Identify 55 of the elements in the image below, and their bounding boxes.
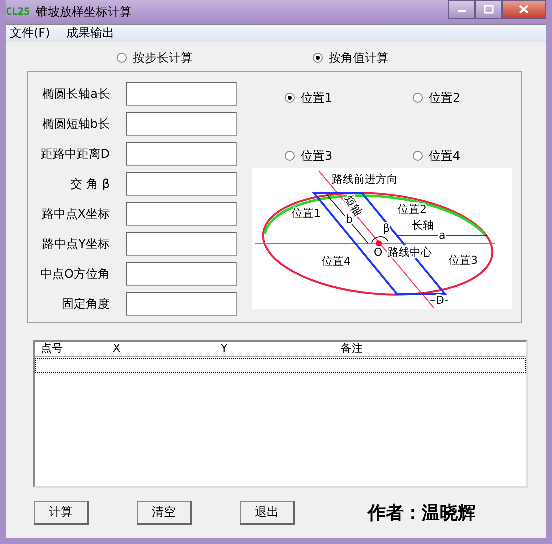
radio-option[interactable]: 位置4 (413, 144, 513, 168)
column-header[interactable]: X (113, 342, 121, 356)
diagram-label: 位置1 (292, 207, 321, 220)
focus-row[interactable] (35, 358, 526, 373)
radio-option[interactable]: 位置1 (285, 86, 413, 110)
action-button[interactable]: 计算 (34, 501, 89, 525)
field-label: 中点O方位角 (40, 266, 111, 282)
window-title: 锥坡放样坐标计算 (36, 4, 132, 20)
column-header[interactable]: 点号 (41, 342, 63, 356)
close-button[interactable] (502, 0, 546, 19)
field-label: 路中点X坐标 (40, 206, 111, 222)
maximize-button[interactable] (475, 0, 502, 19)
radio-option[interactable]: 位置3 (285, 144, 413, 168)
maximize-icon (484, 5, 494, 14)
input-field[interactable] (126, 232, 237, 256)
radio-circle-icon[interactable] (117, 53, 127, 63)
minimize-button[interactable] (448, 0, 475, 19)
field-label: 固定角度 (61, 296, 111, 312)
input-field[interactable] (126, 172, 237, 196)
radio-circle-icon[interactable] (285, 93, 295, 103)
field-label: 椭圆短轴b长 (41, 116, 111, 132)
column-header[interactable]: Y (221, 342, 228, 356)
author-text: 作者：温晓辉 (368, 502, 476, 525)
input-field[interactable] (126, 202, 237, 226)
field-label: 距路中距离D (40, 146, 111, 162)
input-field[interactable] (126, 82, 237, 106)
field-label: 交 角 β (70, 176, 111, 192)
diagram-label: 路线前进方向 (332, 173, 398, 186)
action-button[interactable]: 退出 (240, 501, 295, 525)
close-icon (519, 5, 529, 14)
field-label: 椭圆长轴a长 (42, 86, 111, 102)
menu-item[interactable]: 成果输出 (66, 25, 114, 42)
field-label: 路中点Y坐标 (42, 236, 111, 252)
input-field[interactable] (126, 292, 237, 316)
radio-option[interactable]: 按角值计算 (313, 50, 389, 66)
input-field[interactable] (126, 112, 237, 136)
radio-circle-icon[interactable] (413, 151, 423, 161)
diagram-label: β (383, 222, 390, 235)
diagram-label: 位置3 (449, 254, 478, 267)
diagram-label: 路线中心 (388, 246, 432, 259)
input-field[interactable] (126, 262, 237, 286)
app-logo: CL25 (6, 6, 30, 18)
radio-circle-icon[interactable] (413, 93, 423, 103)
diagram-label: 位置4 (322, 255, 351, 268)
radio-circle-icon[interactable] (285, 151, 295, 161)
input-field[interactable] (126, 142, 237, 166)
diagram-label: 长轴 (412, 219, 434, 232)
diagram-label: O (374, 246, 383, 259)
column-header[interactable]: 备注 (341, 342, 363, 356)
radio-option[interactable]: 位置2 (413, 86, 513, 110)
action-button[interactable]: 清空 (137, 501, 192, 525)
radio-circle-icon[interactable] (313, 53, 323, 63)
diagram-label: 位置2 (398, 203, 427, 216)
radio-option[interactable]: 按步长计算 (117, 50, 193, 66)
menu-item[interactable]: 文件(F) (10, 25, 50, 42)
